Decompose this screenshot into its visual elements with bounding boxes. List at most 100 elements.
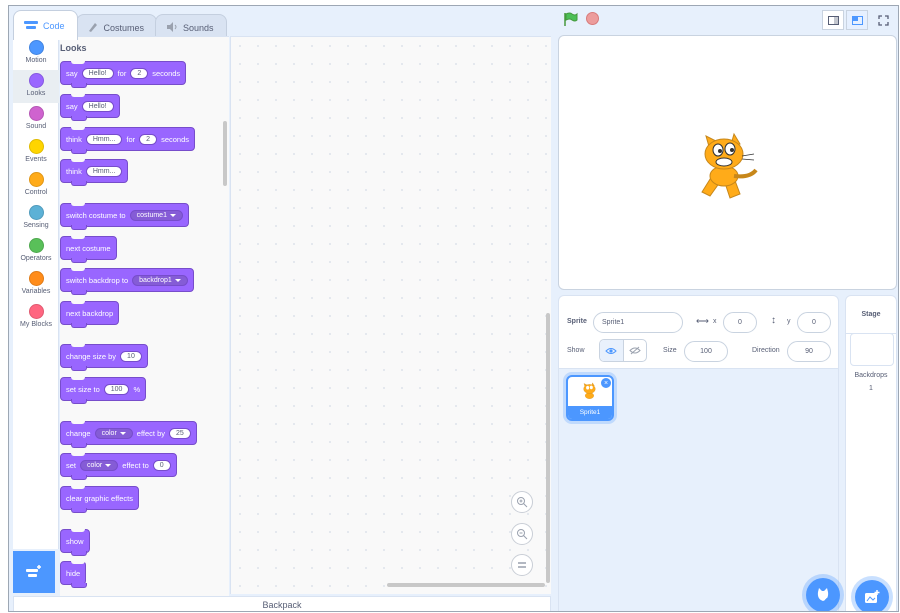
block-think-for-secs[interactable]: think Hmm... for 2 seconds xyxy=(60,127,196,154)
block-set-effect[interactable]: set color effect to 0 xyxy=(60,453,177,480)
category-operators[interactable]: Operators xyxy=(13,235,59,268)
chevron-down-icon xyxy=(119,431,126,435)
block-change-effect[interactable]: change color effect by 25 xyxy=(60,421,197,448)
block-switch-backdrop[interactable]: switch backdrop to backdrop1 xyxy=(60,268,194,295)
effect-dropdown[interactable]: color xyxy=(80,459,119,471)
zoom-reset-button[interactable] xyxy=(511,554,533,576)
add-sprite-icon xyxy=(817,588,829,602)
block-text: think xyxy=(66,166,82,176)
size-change-input[interactable]: 10 xyxy=(120,350,142,362)
block-next-costume[interactable]: next costume xyxy=(60,236,117,263)
cat-sprite[interactable] xyxy=(694,128,764,200)
category-my-blocks[interactable]: My Blocks xyxy=(13,301,59,334)
fullscreen-icon xyxy=(877,14,889,26)
zoom-in-button[interactable] xyxy=(511,491,533,513)
block-message-input[interactable]: Hmm... xyxy=(85,133,123,145)
y-label: y xyxy=(787,318,791,325)
scratch-editor: Code Costumes Sounds Motion Looks Sound … xyxy=(8,5,899,612)
category-variables[interactable]: Variables xyxy=(13,268,59,301)
x-position-input[interactable]: 0 xyxy=(723,312,757,333)
block-message-input[interactable]: Hello! xyxy=(81,67,114,79)
tab-code-label: Code xyxy=(43,20,65,31)
direction-input[interactable]: 90 xyxy=(787,341,831,362)
choose-backdrop-button[interactable] xyxy=(855,580,889,611)
script-area[interactable] xyxy=(230,36,551,594)
block-clear-graphic-effects[interactable]: clear graphic effects xyxy=(60,486,139,513)
block-text: for xyxy=(117,68,127,78)
backpack-bar[interactable]: Backpack xyxy=(13,596,551,611)
green-flag-button[interactable] xyxy=(563,12,579,29)
category-motion[interactable]: Motion xyxy=(13,37,59,70)
add-extension-icon xyxy=(25,564,43,580)
block-change-size[interactable]: change size by 10 xyxy=(60,344,148,371)
sprite-name-input[interactable]: Sprite1 xyxy=(593,312,683,333)
operators-dot-icon xyxy=(28,238,44,253)
category-events[interactable]: Events xyxy=(13,136,59,169)
tab-costumes-label: Costumes xyxy=(103,22,145,33)
category-control[interactable]: Control xyxy=(13,169,59,202)
block-secs-input[interactable]: 2 xyxy=(130,67,149,79)
block-message-input[interactable]: Hello! xyxy=(81,100,114,112)
effect-dropdown[interactable]: color xyxy=(94,427,133,439)
block-think[interactable]: think Hmm... xyxy=(60,159,129,186)
block-switch-costume[interactable]: switch costume to costume1 xyxy=(60,203,189,230)
sprite-info-panel: Sprite Sprite1 ⟷ x 0 ↕ y 0 Show Size 100… xyxy=(558,295,839,369)
category-looks[interactable]: Looks xyxy=(13,70,59,103)
delete-sprite-button[interactable]: × xyxy=(601,378,611,388)
category-label: Looks xyxy=(26,90,46,97)
effect-set-input[interactable]: 0 xyxy=(152,459,171,471)
costume-dropdown[interactable]: costume1 xyxy=(129,209,183,221)
y-position-input[interactable]: 0 xyxy=(797,312,831,333)
events-dot-icon xyxy=(28,139,44,154)
block-text: effect by xyxy=(136,428,166,438)
x-label: x xyxy=(713,318,717,325)
large-stage-button[interactable] xyxy=(846,10,868,30)
block-say-for-secs[interactable]: say Hello! for 2 seconds xyxy=(60,61,187,88)
block-text: think xyxy=(66,134,82,144)
fullscreen-button[interactable] xyxy=(872,10,894,30)
block-set-size[interactable]: set size to 100 % xyxy=(60,377,147,404)
sprite-tile-name: Sprite1 xyxy=(568,406,612,419)
category-label: My Blocks xyxy=(20,321,52,328)
category-sound[interactable]: Sound xyxy=(13,103,59,136)
choose-sprite-button[interactable] xyxy=(806,578,840,611)
chevron-down-icon xyxy=(105,463,112,467)
stop-button[interactable] xyxy=(586,12,599,25)
cat-thumbnail xyxy=(583,382,596,399)
sprite-tile[interactable]: × Sprite1 xyxy=(566,375,614,421)
block-next-backdrop[interactable]: next backdrop xyxy=(60,301,120,328)
tab-code[interactable]: Code xyxy=(13,10,78,40)
equals-icon xyxy=(518,562,526,568)
block-text: show xyxy=(66,536,84,546)
block-text: say xyxy=(66,101,78,111)
code-icon xyxy=(24,20,38,32)
script-vertical-scrollbar[interactable] xyxy=(546,313,550,583)
sound-dot-icon xyxy=(28,106,44,121)
block-secs-input[interactable]: 2 xyxy=(139,133,158,145)
stage-canvas[interactable] xyxy=(558,35,897,290)
small-stage-button[interactable] xyxy=(822,10,844,30)
block-text: for xyxy=(126,134,136,144)
stage-target-panel[interactable]: Stage Backdrops 1 xyxy=(845,295,897,611)
category-sensing[interactable]: Sensing xyxy=(13,202,59,235)
zoom-out-button[interactable] xyxy=(511,523,533,545)
motion-dot-icon xyxy=(28,40,44,55)
size-set-input[interactable]: 100 xyxy=(103,383,130,395)
script-horizontal-scrollbar[interactable] xyxy=(387,583,545,587)
block-message-input[interactable]: Hmm... xyxy=(85,165,123,177)
stage-thumbnail[interactable] xyxy=(850,333,894,366)
palette-scrollbar[interactable] xyxy=(223,121,227,186)
size-input[interactable]: 100 xyxy=(684,341,728,362)
small-stage-icon xyxy=(827,15,839,25)
chevron-down-icon xyxy=(169,213,176,217)
block-say[interactable]: say Hello! xyxy=(60,94,120,121)
block-text: switch backdrop to xyxy=(66,275,129,285)
show-sprite-button[interactable] xyxy=(600,340,624,361)
block-hide[interactable]: hide xyxy=(60,561,88,588)
effect-change-input[interactable]: 25 xyxy=(169,427,191,439)
hide-sprite-button[interactable] xyxy=(624,340,647,361)
backdrop-dropdown[interactable]: backdrop1 xyxy=(132,274,188,286)
block-text: seconds xyxy=(161,134,190,144)
add-extension-button[interactable] xyxy=(13,551,55,593)
block-show[interactable]: show xyxy=(60,529,90,556)
